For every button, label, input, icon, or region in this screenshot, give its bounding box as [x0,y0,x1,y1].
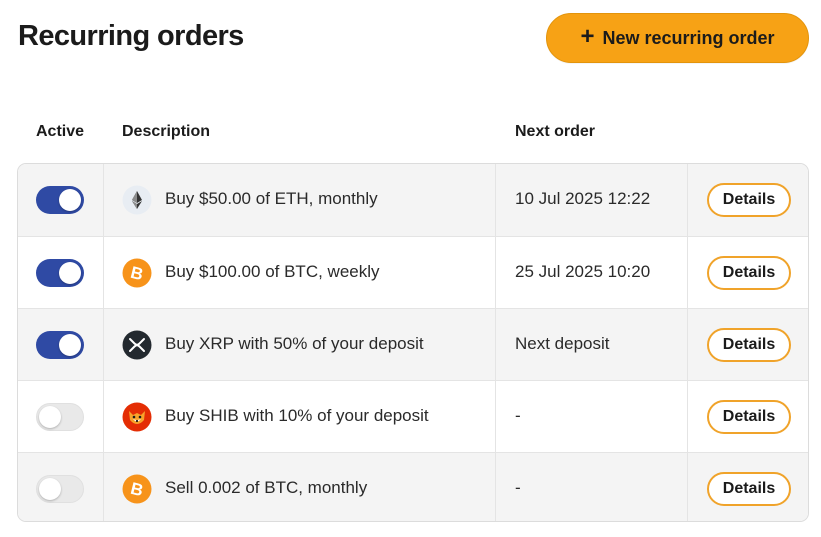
active-toggle[interactable] [36,475,84,503]
xrp-icon [122,330,152,360]
active-toggle[interactable] [36,331,84,359]
btc-icon: B [122,474,152,504]
column-header-active: Active [36,123,85,140]
table-row: Buy $50.00 of ETH, monthly 10 Jul 2025 1… [18,164,808,236]
btc-icon: B [122,258,152,288]
details-button[interactable]: Details [707,256,791,290]
active-toggle[interactable] [36,403,84,431]
page-title: Recurring orders [18,20,244,52]
next-order-value: Next deposit [515,334,610,353]
table-row: Buy SHIB with 10% of your deposit - Deta… [18,380,808,452]
column-header-next-order: Next order [515,123,596,140]
table-row: B Buy $100.00 of BTC, weekly 25 Jul 2025… [18,236,808,308]
order-description: Sell 0.002 of BTC, monthly [165,478,368,497]
recurring-orders-table: Buy $50.00 of ETH, monthly 10 Jul 2025 1… [17,163,809,522]
details-button[interactable]: Details [707,472,791,506]
active-toggle[interactable] [36,186,84,214]
details-button[interactable]: Details [707,183,791,217]
order-description: Buy XRP with 50% of your deposit [165,334,424,353]
column-header-description: Description [122,123,211,140]
order-description: Buy $50.00 of ETH, monthly [165,189,378,208]
active-toggle[interactable] [36,259,84,287]
next-order-value: - [515,478,521,497]
table-row: B Sell 0.002 of BTC, monthly - Details [18,452,808,521]
details-button[interactable]: Details [707,400,791,434]
next-order-value: 25 Jul 2025 10:20 [515,262,651,281]
new-recurring-order-label: New recurring order [602,27,775,48]
eth-icon [122,185,152,215]
next-order-value: - [515,406,521,425]
plus-icon: + [580,23,595,50]
order-description: Buy $100.00 of BTC, weekly [165,262,380,281]
order-description: Buy SHIB with 10% of your deposit [165,406,429,425]
next-order-value: 10 Jul 2025 12:22 [515,189,651,208]
shib-icon [122,402,152,432]
details-button[interactable]: Details [707,328,791,362]
table-row: Buy XRP with 50% of your deposit Next de… [18,308,808,380]
new-recurring-order-button[interactable]: + New recurring order [546,13,809,63]
